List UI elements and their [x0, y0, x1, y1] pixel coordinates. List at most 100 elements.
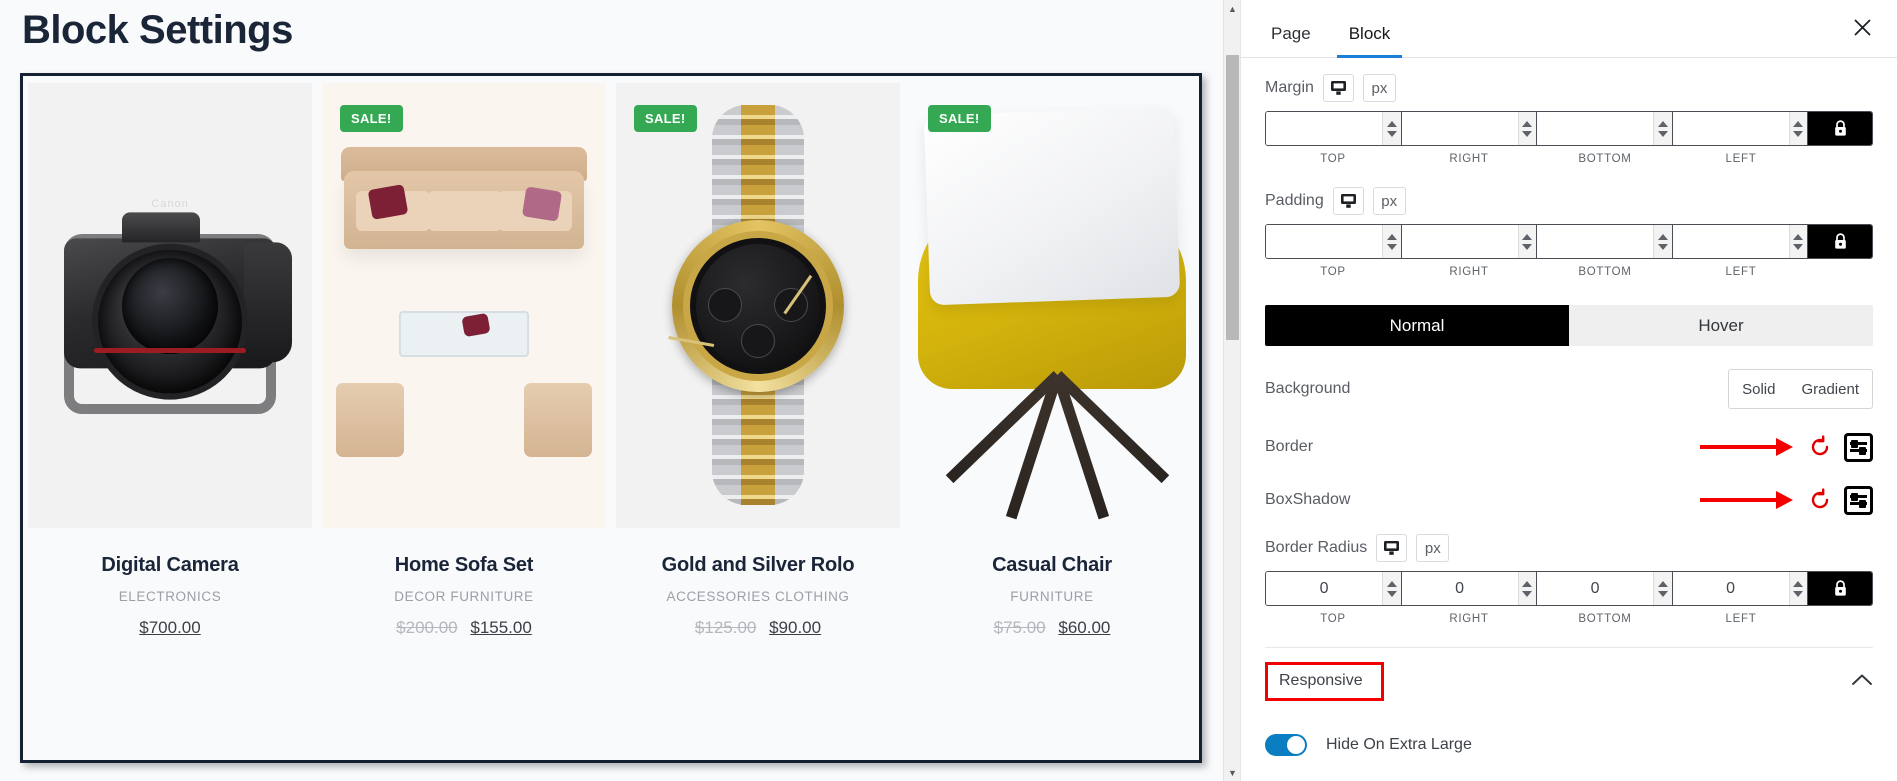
- padding-left-input[interactable]: [1672, 225, 1789, 258]
- stepper-down-icon[interactable]: [1657, 590, 1668, 597]
- stepper-up-icon[interactable]: [1657, 120, 1668, 127]
- radius-right-stepper[interactable]: [1517, 572, 1536, 605]
- close-icon[interactable]: [1849, 14, 1875, 40]
- reset-icon[interactable]: [1807, 434, 1833, 460]
- margin-right-input[interactable]: [1401, 112, 1518, 145]
- hide-on-extra-large-toggle[interactable]: [1265, 734, 1307, 756]
- padding-right-stepper[interactable]: [1517, 225, 1536, 258]
- stepper-up-icon[interactable]: [1522, 120, 1533, 127]
- margin-bottom-input[interactable]: [1537, 112, 1654, 145]
- padding-input-group[interactable]: [1265, 224, 1873, 259]
- margin-top-input[interactable]: [1266, 112, 1383, 145]
- stepper-down-icon[interactable]: [1657, 243, 1668, 250]
- stepper-up-icon[interactable]: [1793, 233, 1804, 240]
- radius-bottom-stepper[interactable]: [1653, 572, 1672, 605]
- scroll-up-arrow-icon[interactable]: ▲: [1224, 0, 1240, 17]
- stepper-up-icon[interactable]: [1793, 120, 1804, 127]
- hide-on-extra-large-row: Hide On Extra Large: [1265, 734, 1873, 756]
- radius-right-cell[interactable]: [1401, 572, 1537, 605]
- stepper-up-icon[interactable]: [1657, 233, 1668, 240]
- radius-top-stepper[interactable]: [1382, 572, 1401, 605]
- scrollbar-thumb[interactable]: [1226, 55, 1239, 340]
- product-card[interactable]: SALE! Casual Chair FURNITURE $75.00 $60.…: [905, 76, 1199, 760]
- stepper-up-icon[interactable]: [1793, 580, 1804, 587]
- radius-left-cell[interactable]: [1672, 572, 1808, 605]
- stepper-down-icon[interactable]: [1522, 590, 1533, 597]
- product-info: Gold and Silver Rolo ACCESSORIES CLOTHIN…: [611, 528, 905, 638]
- radius-top-cell[interactable]: [1266, 572, 1402, 605]
- stepper-down-icon[interactable]: [1386, 590, 1397, 597]
- stepper-up-icon[interactable]: [1657, 580, 1668, 587]
- stepper-down-icon[interactable]: [1386, 130, 1397, 137]
- margin-right-cell[interactable]: [1401, 112, 1537, 145]
- stepper-up-icon[interactable]: [1522, 580, 1533, 587]
- price-original: $200.00: [396, 618, 458, 637]
- chevron-up-icon[interactable]: [1851, 673, 1873, 691]
- stepper-down-icon[interactable]: [1793, 590, 1804, 597]
- padding-left-stepper[interactable]: [1788, 225, 1807, 258]
- margin-lock-icon[interactable]: [1808, 112, 1872, 145]
- padding-bottom-cell[interactable]: [1537, 225, 1673, 258]
- padding-top-stepper[interactable]: [1382, 225, 1401, 258]
- radius-bottom-input[interactable]: [1537, 572, 1654, 605]
- tab-normal[interactable]: Normal: [1265, 305, 1569, 346]
- padding-right-cell[interactable]: [1401, 225, 1537, 258]
- responsive-label[interactable]: Responsive: [1265, 662, 1384, 701]
- radius-left-stepper[interactable]: [1788, 572, 1807, 605]
- radius-left-input[interactable]: [1672, 572, 1789, 605]
- border-radius-lock-icon[interactable]: [1808, 572, 1872, 605]
- radius-right-input[interactable]: [1401, 572, 1518, 605]
- margin-top-cell[interactable]: [1266, 112, 1402, 145]
- stepper-down-icon[interactable]: [1657, 130, 1668, 137]
- margin-bottom-stepper[interactable]: [1653, 112, 1672, 145]
- margin-left-cell[interactable]: [1672, 112, 1808, 145]
- stepper-up-icon[interactable]: [1522, 233, 1533, 240]
- margin-bottom-cell[interactable]: [1537, 112, 1673, 145]
- product-grid-block[interactable]: Canon Digital Camera ELECTRONICS $700.00…: [20, 73, 1202, 763]
- tab-block[interactable]: Block: [1336, 24, 1402, 58]
- padding-unit-button[interactable]: px: [1372, 187, 1406, 215]
- padding-left-cell[interactable]: [1672, 225, 1808, 258]
- padding-top-cell[interactable]: [1266, 225, 1402, 258]
- stepper-up-icon[interactable]: [1386, 580, 1397, 587]
- stepper-down-icon[interactable]: [1793, 130, 1804, 137]
- stepper-down-icon[interactable]: [1522, 130, 1533, 137]
- radius-top-input[interactable]: [1266, 572, 1383, 605]
- stepper-down-icon[interactable]: [1522, 243, 1533, 250]
- stepper-up-icon[interactable]: [1386, 233, 1397, 240]
- padding-bottom-input[interactable]: [1537, 225, 1654, 258]
- border-radius-input-group[interactable]: [1265, 571, 1873, 606]
- margin-left-stepper[interactable]: [1788, 112, 1807, 145]
- scroll-down-arrow-icon[interactable]: ▼: [1224, 764, 1240, 781]
- desktop-icon[interactable]: [1376, 534, 1408, 562]
- product-card[interactable]: Canon Digital Camera ELECTRONICS $700.00: [23, 76, 317, 760]
- margin-left-input[interactable]: [1672, 112, 1789, 145]
- margin-top-stepper[interactable]: [1382, 112, 1401, 145]
- radius-bottom-cell[interactable]: [1537, 572, 1673, 605]
- product-info: Digital Camera ELECTRONICS $700.00: [23, 528, 317, 638]
- sliders-icon[interactable]: [1844, 485, 1873, 515]
- background-solid-option[interactable]: Solid: [1729, 370, 1788, 408]
- reset-icon[interactable]: [1807, 487, 1833, 513]
- product-card[interactable]: SALE!: [611, 76, 905, 760]
- stepper-up-icon[interactable]: [1386, 120, 1397, 127]
- padding-top-input[interactable]: [1266, 225, 1383, 258]
- product-card[interactable]: SALE!: [317, 76, 611, 760]
- desktop-icon[interactable]: [1322, 74, 1354, 102]
- tab-hover[interactable]: Hover: [1569, 305, 1873, 346]
- padding-right-input[interactable]: [1401, 225, 1518, 258]
- canvas-scrollbar[interactable]: ▲ ▼: [1223, 0, 1240, 781]
- margin-input-group[interactable]: [1265, 111, 1873, 146]
- margin-unit-button[interactable]: px: [1362, 74, 1396, 102]
- boxshadow-label: BoxShadow: [1265, 491, 1351, 508]
- stepper-down-icon[interactable]: [1793, 243, 1804, 250]
- margin-right-stepper[interactable]: [1517, 112, 1536, 145]
- stepper-down-icon[interactable]: [1386, 243, 1397, 250]
- border-radius-unit-button[interactable]: px: [1416, 534, 1450, 562]
- tab-page[interactable]: Page: [1265, 24, 1317, 57]
- desktop-icon[interactable]: [1332, 187, 1364, 215]
- padding-bottom-stepper[interactable]: [1653, 225, 1672, 258]
- padding-lock-icon[interactable]: [1808, 225, 1872, 258]
- background-gradient-option[interactable]: Gradient: [1788, 370, 1872, 408]
- sliders-icon[interactable]: [1844, 432, 1873, 462]
